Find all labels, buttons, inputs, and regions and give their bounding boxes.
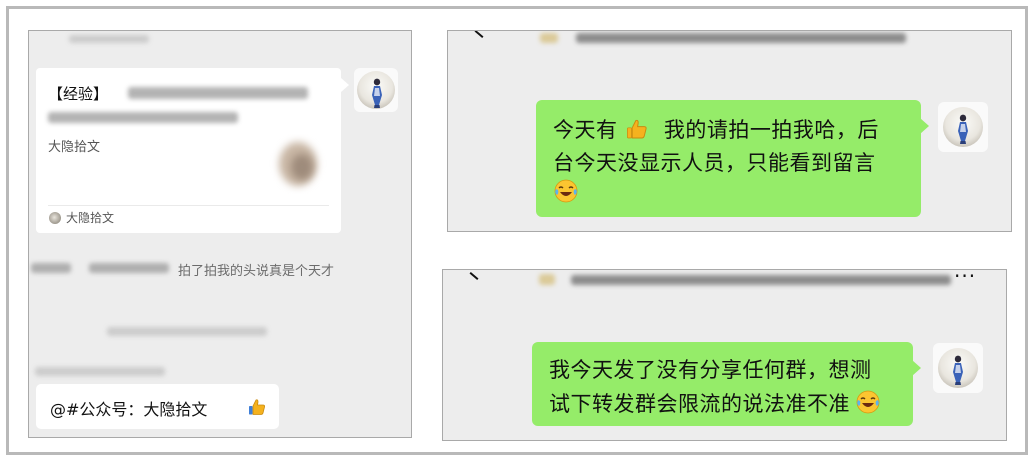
avatar-figure-icon [372,78,382,108]
article-card[interactable]: 【经验】 大隐拾文 大隐拾文 [36,68,341,233]
avatar-figure-icon [953,355,963,385]
message-line-1: 今天有 我的请拍一拍我哈，后 [553,118,879,142]
blurred-title-text-2 [48,112,238,123]
thumbs-up-icon [249,399,265,415]
card-divider [48,205,329,206]
message-line-1: 我今天发了没有分享任何群，想测 [549,358,872,382]
chat-panel-top-right[interactable]: 今天有 我的请拍一拍我哈，后 台今天没显示人员，只能看到留言 [447,30,1012,232]
blurred-header-title [576,33,906,43]
blurred-system-text [107,327,267,336]
account-icon [49,212,61,224]
card-title: 【经验】 [48,83,108,104]
laughing-tears-icon [856,390,880,414]
blurred-name-1 [31,263,71,273]
quote-message[interactable]: @#公众号：大隐拾文 [36,384,279,429]
card-title-prefix: 【经验】 [48,85,109,103]
card-footer: 大隐拾文 [66,211,115,225]
message-line-2: 台今天没显示人员，只能看到留言 [553,151,876,175]
message-line-2: 试下转发群会限流的说法准不准 [549,388,881,418]
blurred-header-icon [540,33,558,43]
back-arrow-icon[interactable] [469,272,479,280]
avatar-figure-icon [958,114,968,144]
sent-message-bubble[interactable]: 今天有 我的请拍一拍我哈，后 台今天没显示人员，只能看到留言 [536,100,929,217]
blurred-header-title [571,275,951,285]
avatar[interactable] [354,68,398,112]
avatar[interactable] [933,343,983,393]
quote-text: @#公众号：大隐拾文 [50,400,208,419]
pat-notification: 拍了拍我的头说真是个天才 [178,264,335,279]
sent-message-bubble[interactable]: 我今天发了没有分享任何群，想测 试下转发群会限流的说法准不准 [532,342,921,426]
card-source: 大隐拾文 [48,140,101,155]
avatar[interactable] [938,102,988,152]
message-line-3 [553,178,579,205]
chat-panel-bottom-right[interactable]: ··· 我今天发了没有分享任何群，想测 试下转发群会限流的说法准不准 [442,269,1007,441]
bubble-tail [912,360,921,376]
blurred-title-text [128,87,308,99]
more-options-icon[interactable]: ··· [954,270,976,286]
blurred-header [69,35,149,43]
laughing-tears-icon [554,179,578,203]
thumbs-up-icon [626,119,647,139]
bubble-tail [920,118,929,134]
back-arrow-icon[interactable] [474,31,484,38]
chat-panel-left[interactable]: 【经验】 大隐拾文 大隐拾文 拍了拍我的头说真是个天才 @#公众号：大隐拾文 [28,30,412,438]
blurred-message-text [35,367,165,376]
blurred-name-2 [89,263,169,273]
card-thumbnail [269,134,329,194]
blurred-header-icon [539,274,555,285]
card-bubble-tail [341,78,349,92]
